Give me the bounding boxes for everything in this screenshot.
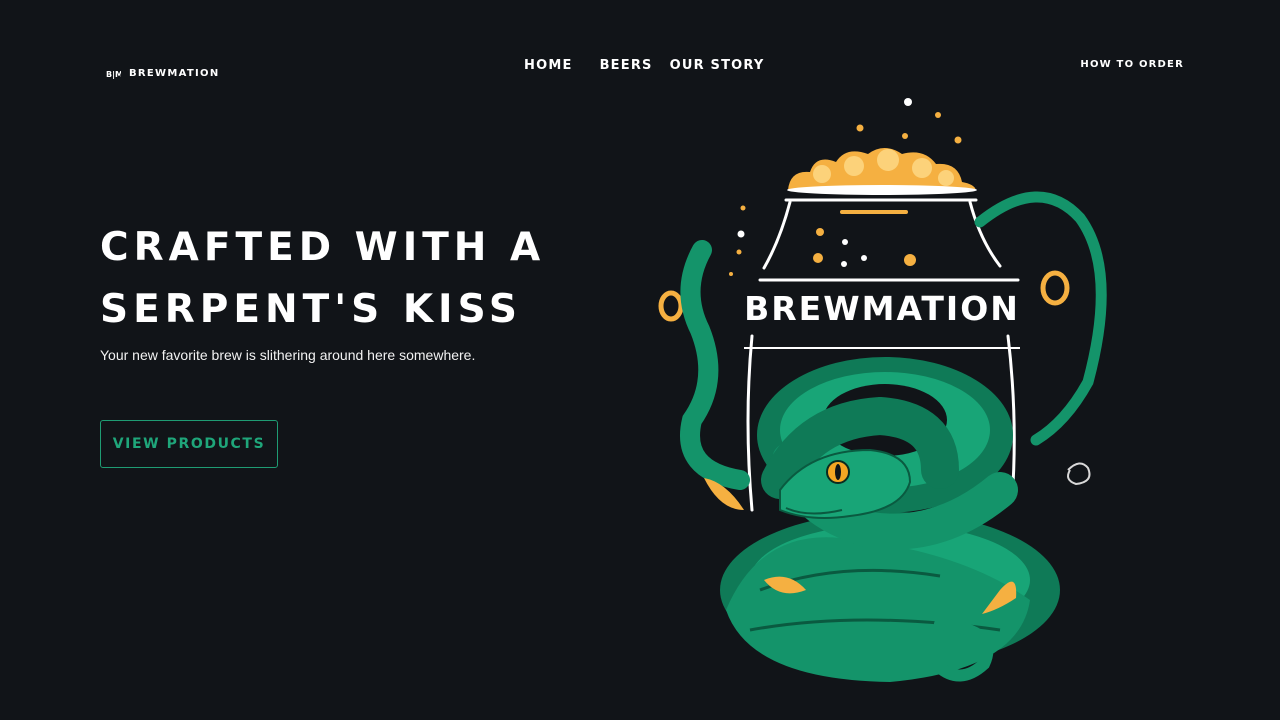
nav-beers-link[interactable]: BEERS [600,58,653,73]
hero-title-line-1: CRAFTED WITH A [100,225,546,270]
logo-mark-text: B|M [106,70,121,79]
serpent-brew-pot-illustration: BREWMATION [658,98,1107,682]
logo-link[interactable]: B|M BREWMATION [106,67,220,80]
main-nav: HOME BEERS OUR STORY [524,58,765,73]
serpent-tail-left-icon [680,240,750,490]
foam-icon [787,148,977,195]
view-products-button[interactable]: VIEW PRODUCTS [100,420,278,468]
illustration-brand-text: BREWMATION [744,289,1020,328]
hero-title-line-2: SERPENT'S KISS [100,287,522,332]
logo-mark-icon: B|M [106,70,121,79]
serpent-icon [704,357,1060,682]
hero-subtitle: Your new favorite brew is slithering aro… [100,347,476,363]
logo-text: BREWMATION [129,67,220,79]
left-ring-icon [658,290,684,322]
nav-home-link[interactable]: HOME [524,58,573,73]
hero-title: CRAFTED WITH A SERPENT'S KISS [100,217,600,341]
landing-page: B|M BREWMATION HOME BEERS OUR STORY HOW … [0,0,1280,720]
nav-our-story-link[interactable]: OUR STORY [670,58,765,73]
hero-illustration: BREWMATION [640,90,1120,700]
swirl-icon [1067,462,1091,486]
how-to-order-link[interactable]: HOW TO ORDER [1080,59,1184,70]
right-ring-icon [1040,270,1070,306]
